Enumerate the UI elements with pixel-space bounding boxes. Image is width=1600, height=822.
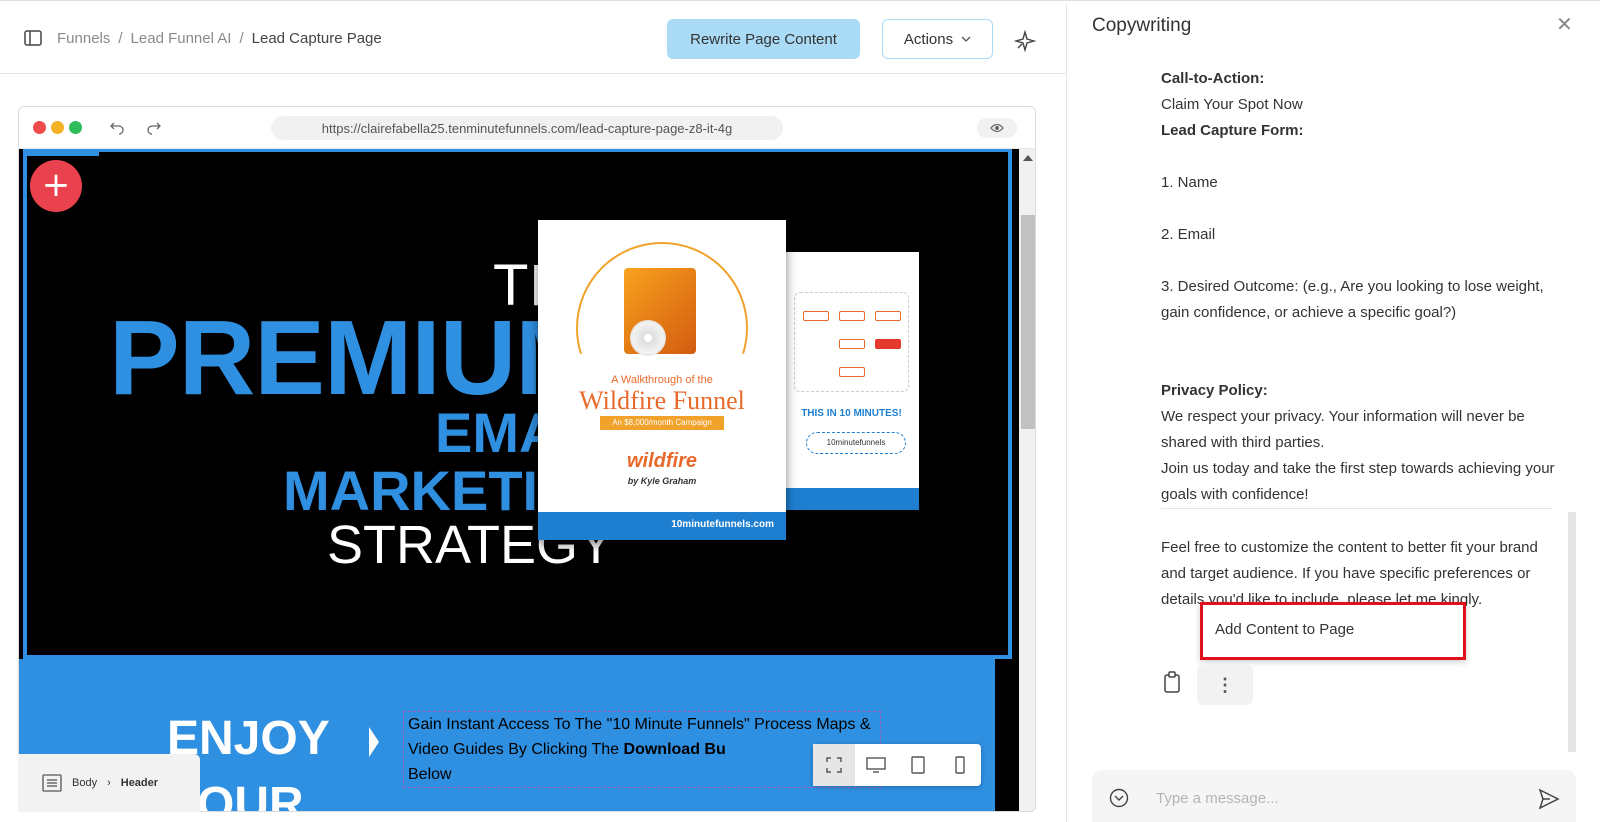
panel-divider — [1066, 4, 1067, 822]
flow-box — [839, 311, 865, 321]
chevron-down-icon — [961, 36, 971, 42]
gain-text-end: Below — [408, 766, 452, 783]
crumb-chevron-icon: › — [107, 777, 111, 789]
layers-list-icon[interactable] — [42, 774, 62, 792]
ebook-back-image[interactable]: THIS IN 10 MINUTES! 10minutefunnels — [784, 252, 919, 510]
privacy-text: We respect your privacy. Your informatio… — [1161, 408, 1525, 451]
flow-box — [839, 367, 865, 377]
tablet-icon — [911, 756, 925, 774]
breadcrumb-separator: / — [239, 30, 244, 47]
page-canvas[interactable]: TH PREMIUM EMA MARKETIN STRATEGY THIS IN… — [19, 149, 1019, 811]
selection-marker — [27, 152, 99, 156]
flowchart-graphic — [794, 292, 909, 392]
url-bar[interactable]: https://clairefabella25.tenminutefunnels… — [271, 116, 783, 140]
scroll-up-arrow-icon[interactable] — [1023, 155, 1033, 161]
message-input[interactable] — [1156, 786, 1516, 810]
ebook-footer-logo: 10minutefunnels.com — [671, 519, 774, 530]
copy-content: Call-to-Action: Claim Your Spot Now Lead… — [1161, 66, 1559, 508]
clipboard-icon[interactable] — [1162, 671, 1182, 693]
device-toggle-bar — [813, 744, 981, 786]
crumb-body[interactable]: Body — [72, 777, 97, 789]
gain-text-bold: Download Bu — [623, 741, 726, 758]
ebook-cover-image[interactable]: A Walkthrough of the Wildfire Funnel An … — [538, 220, 786, 540]
flow-box — [803, 311, 829, 321]
gain-access-text[interactable]: Gain Instant Access To The "10 Minute Fu… — [403, 711, 881, 788]
actions-dropdown[interactable]: Actions — [882, 19, 993, 59]
add-section-button[interactable]: + — [30, 160, 82, 212]
scroll-thumb[interactable] — [1021, 215, 1035, 429]
page-preview-frame: https://clairefabella25.tenminutefunnels… — [18, 106, 1036, 812]
ebook-subtitle: A Walkthrough of the — [611, 374, 713, 386]
form-label: Lead Capture Form: — [1161, 122, 1304, 139]
ebook-back-headline: THIS IN 10 MINUTES! — [801, 408, 902, 419]
actions-label: Actions — [903, 30, 954, 48]
send-icon[interactable] — [1538, 788, 1560, 810]
breadcrumb-separator: / — [118, 30, 123, 47]
crumb-header[interactable]: Header — [121, 777, 158, 789]
divider — [1161, 508, 1553, 509]
privacy-label: Privacy Policy: — [1161, 382, 1268, 399]
close-dot — [33, 121, 46, 134]
breadcrumb-current-page: Lead Capture Page — [251, 30, 382, 47]
ebook-back-logo: 10minutefunnels — [806, 432, 906, 454]
minimize-dot — [51, 121, 64, 134]
fullscreen-button[interactable] — [813, 744, 855, 786]
editor-header: Funnels / Lead Funnel AI / Lead Capture … — [0, 4, 1066, 74]
desktop-icon — [866, 757, 886, 773]
breadcrumb-lead-funnel-ai[interactable]: Lead Funnel AI — [131, 30, 232, 47]
close-icon[interactable]: ✕ — [1556, 12, 1573, 36]
element-breadcrumb: Body › Header — [18, 754, 200, 812]
desktop-view-button[interactable] — [855, 744, 897, 786]
panel-scrollbar[interactable] — [1568, 512, 1576, 752]
ebook-ribbon: An $8,000/month Campaign — [600, 416, 724, 430]
cta-value: Claim Your Spot Now — [1161, 96, 1303, 113]
form-field-1: 1. Name — [1161, 174, 1218, 191]
mobile-view-button[interactable] — [939, 744, 981, 786]
arrow-graphic — [369, 727, 379, 757]
form-field-3: 3. Desired Outcome: (e.g., Are you looki… — [1161, 278, 1544, 321]
ebook-author: by Kyle Graham — [627, 476, 697, 486]
our-heading[interactable]: OUR — [197, 777, 304, 811]
form-field-2: 2. Email — [1161, 226, 1216, 243]
breadcrumb-funnels[interactable]: Funnels — [57, 30, 110, 47]
cta-label: Call-to-Action: — [1161, 70, 1265, 87]
chevron-circle-icon[interactable] — [1109, 788, 1129, 808]
closing-cta-text: Join us today and take the first step to… — [1161, 460, 1555, 503]
flow-box — [839, 339, 865, 349]
fullscreen-icon — [826, 757, 842, 773]
dvd-disc-graphic — [630, 320, 666, 356]
mobile-icon — [955, 756, 965, 774]
ai-sparkle-icon[interactable] — [1014, 30, 1036, 52]
breadcrumb: Funnels / Lead Funnel AI / Lead Capture … — [57, 30, 382, 47]
hero-section[interactable]: TH PREMIUM EMA MARKETIN STRATEGY THIS IN… — [23, 149, 1012, 659]
tablet-view-button[interactable] — [897, 744, 939, 786]
chat-input-bar — [1092, 770, 1576, 822]
browser-bar: https://clairefabella25.tenminutefunnels… — [19, 107, 1035, 149]
add-content-to-page-menu-item[interactable]: Add Content to Page — [1200, 602, 1466, 660]
preview-eye-icon[interactable] — [977, 118, 1017, 138]
panel-title: Copywriting — [1092, 15, 1192, 36]
maximize-dot — [69, 121, 82, 134]
redo-icon[interactable] — [146, 119, 162, 135]
undo-icon[interactable] — [109, 119, 125, 135]
more-options-button[interactable]: ⋮ — [1197, 665, 1253, 705]
flow-box — [875, 339, 901, 349]
ebook-title: Wildfire Funnel — [579, 386, 745, 415]
rewrite-page-content-button[interactable]: Rewrite Page Content — [667, 19, 860, 59]
sidebar-toggle-icon[interactable] — [24, 30, 42, 46]
flow-box — [875, 311, 901, 321]
preview-scrollbar[interactable] — [1019, 149, 1035, 811]
wildfire-logo: wildfire — [626, 450, 697, 472]
ebook-footer: 10minutefunnels.com — [538, 512, 786, 540]
